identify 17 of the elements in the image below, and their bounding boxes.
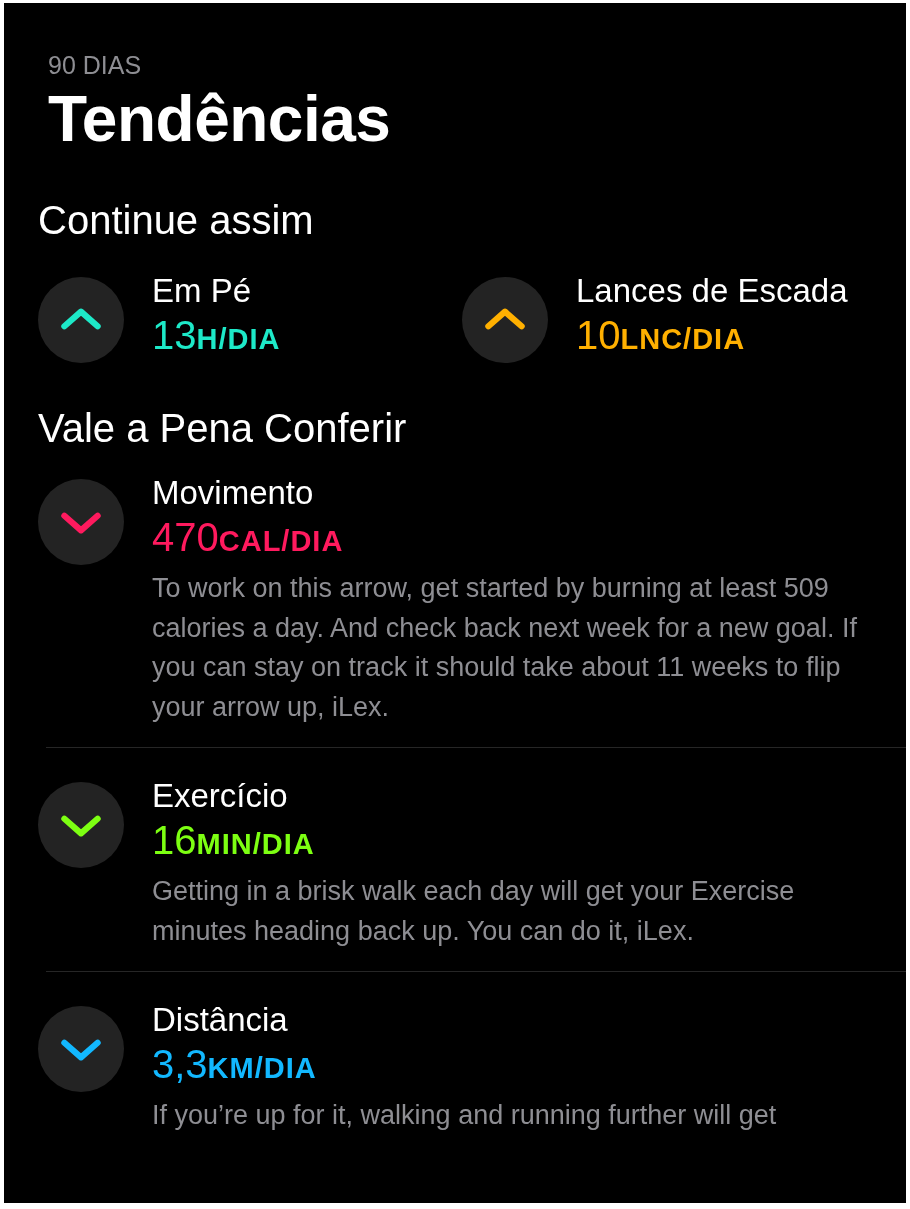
trend-value: 3,3KM/DIA [152, 1041, 318, 1088]
period-label: 90 DIAS [48, 51, 143, 79]
trend-name: Em Pé [152, 271, 253, 311]
trend-name: Movimento [152, 473, 315, 513]
section-title: Vale a Pena Conferir [38, 405, 408, 452]
page-title: Tendências [48, 83, 392, 155]
section-title: Continue assim [38, 197, 315, 244]
trend-value: 16MIN/DIA [152, 817, 316, 864]
trend-value: 10LNC/DIA [576, 312, 747, 359]
trend-value: 470CAL/DIA [152, 514, 345, 561]
trend-name: Lances de Escada [576, 271, 848, 311]
trend-description: To work on this arrow, get started by burning at least 509 calories a day. And check back next week for a new goal. If you can stay on track it should take about 11 weeks to flip your arrow up, iLex. [152, 572, 858, 724]
trend-description: Getting in a brisk walk each day will get your Exercise minutes heading back up. You can do it, iLex. [152, 875, 796, 948]
trend-description: If you’re up for it, walking and running further will get [152, 1099, 778, 1132]
trend-name: Exercício [152, 776, 289, 816]
trend-name: Distância [152, 1000, 289, 1040]
trend-value: 13H/DIA [152, 312, 281, 359]
